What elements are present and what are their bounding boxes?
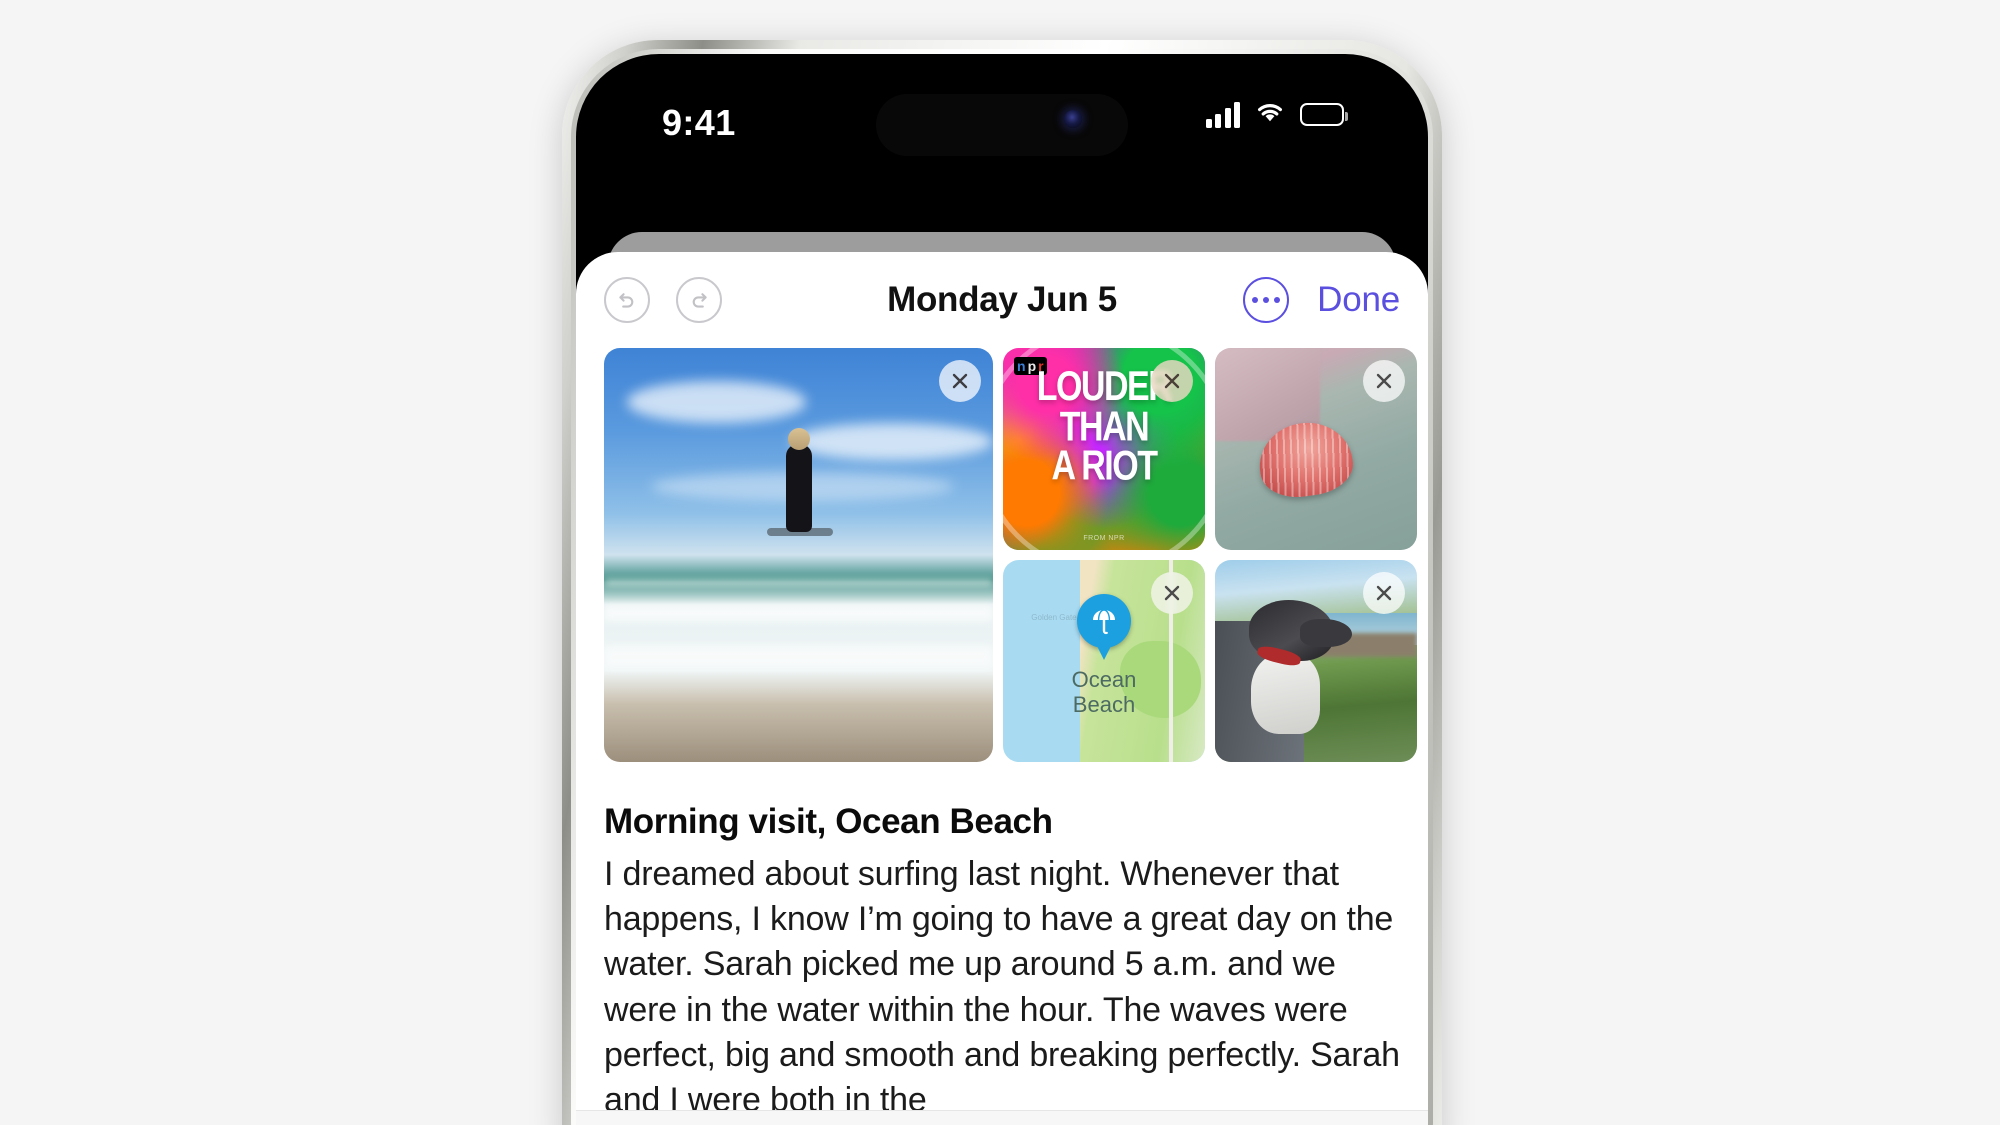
attachment-surfer-photo[interactable] xyxy=(604,348,993,762)
front-camera-icon xyxy=(1064,110,1082,128)
status-bar: 9:41 xyxy=(576,54,1428,182)
note-content[interactable]: Morning visit, Ocean Beach I dreamed abo… xyxy=(576,762,1428,1125)
attachment-seashell-photo[interactable] xyxy=(1215,348,1417,550)
podcast-credit: FROM NPR xyxy=(1083,535,1125,542)
map-label-line-2: Beach xyxy=(1072,691,1136,717)
cellular-signal-icon xyxy=(1205,101,1240,128)
dynamic-island[interactable] xyxy=(876,94,1128,156)
surfer-figure xyxy=(785,444,812,532)
note-heading: Morning visit, Ocean Beach xyxy=(604,802,1053,841)
wifi-icon xyxy=(1254,100,1286,129)
surfer-photo-image xyxy=(604,348,993,762)
battery-icon xyxy=(1300,103,1348,126)
close-x-icon[interactable] xyxy=(1151,572,1193,614)
podcast-title-line-3: A RIOT xyxy=(1051,443,1158,490)
undo-arrow-icon[interactable] xyxy=(604,277,650,323)
ellipsis-circle-icon[interactable] xyxy=(1243,277,1290,323)
attachment-grid: n p r LOUDER THAN A RIOT FROM NPR Golden… xyxy=(576,348,1428,762)
note-body-text: I dreamed about surfing last night. When… xyxy=(604,855,1400,1120)
phone-device-frame: 9:41 Monday Jun 5 Done n p r LOUDER THAN… xyxy=(562,40,1442,1125)
close-x-icon[interactable] xyxy=(939,360,981,402)
phone-inner-rim: 9:41 Monday Jun 5 Done n p r LOUDER THAN… xyxy=(571,49,1433,1125)
podcast-title-line-2: THAN xyxy=(1059,403,1150,450)
phone-screen: 9:41 Monday Jun 5 Done n p r LOUDER THAN… xyxy=(576,54,1428,1125)
attachment-dog-photo[interactable] xyxy=(1215,560,1417,762)
map-label-line-1: Ocean xyxy=(1071,667,1137,692)
done-button[interactable]: Done xyxy=(1317,280,1400,320)
surfer-head xyxy=(787,428,810,450)
note-navbar: Monday Jun 5 Done xyxy=(576,252,1428,348)
attachment-podcast-artwork[interactable]: n p r LOUDER THAN A RIOT FROM NPR xyxy=(1003,348,1205,550)
attachment-map-thumbnail[interactable]: Golden Gate Park Ocean Beach xyxy=(1003,560,1205,762)
note-toolbar xyxy=(576,1110,1428,1125)
redo-arrow-icon[interactable] xyxy=(676,277,722,323)
status-indicators xyxy=(1205,100,1348,129)
close-x-icon[interactable] xyxy=(1363,360,1405,402)
beach-umbrella-pin-icon xyxy=(1077,594,1131,648)
navbar-actions: Done xyxy=(1243,277,1400,323)
close-x-icon[interactable] xyxy=(1151,360,1193,402)
status-time: 9:41 xyxy=(662,102,736,143)
note-editor-sheet: Monday Jun 5 Done n p r LOUDER THAN A RI… xyxy=(576,252,1428,1125)
map-place-label: Ocean Beach xyxy=(1003,667,1205,717)
close-x-icon[interactable] xyxy=(1363,572,1405,614)
dog-chest xyxy=(1251,652,1321,734)
